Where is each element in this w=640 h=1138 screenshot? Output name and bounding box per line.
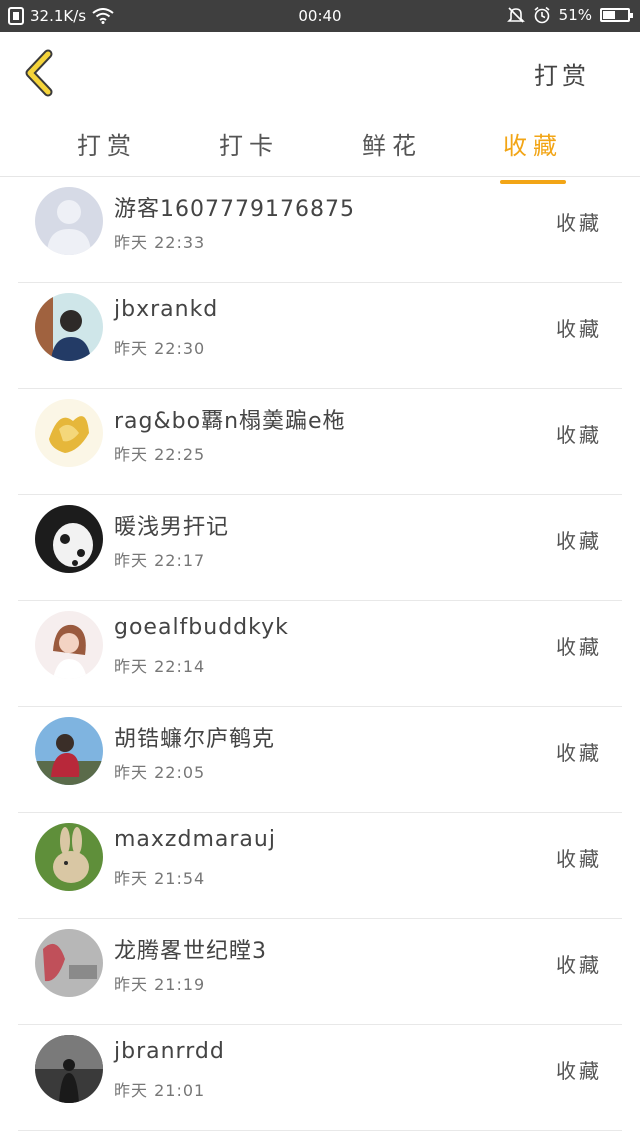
user-photo: [35, 823, 103, 891]
back-button[interactable]: [20, 48, 64, 98]
user-photo: [35, 505, 103, 573]
action-label: 收藏: [556, 529, 602, 553]
action-label: 收藏: [556, 741, 602, 765]
action-label: 收藏: [556, 847, 602, 871]
tab-label: 鲜花: [362, 132, 422, 160]
timestamp: 昨天 21:19: [114, 975, 206, 994]
list-item[interactable]: goealfbuddkyk 昨天 22:14 收藏: [18, 601, 622, 707]
user-name: jbranrrdd: [114, 1039, 225, 1064]
user-name: rag&bo覉n榻羮蹁e柂: [114, 409, 346, 434]
user-photo: [35, 717, 103, 785]
action-label: 收藏: [556, 635, 602, 659]
list-item[interactable]: 龙腾畧世纪瞠3 昨天 21:19 收藏: [18, 919, 622, 1025]
user-photo: [35, 929, 103, 997]
action-label: 收藏: [556, 953, 602, 977]
user-name: goealfbuddkyk: [114, 615, 289, 640]
user-name: maxzdmarauj: [114, 827, 276, 852]
tab-label: 收藏: [503, 132, 563, 160]
timestamp: 昨天 22:25: [114, 445, 206, 464]
avatar: [35, 505, 103, 573]
battery-percent: 51%: [558, 6, 592, 24]
tab-favorites[interactable]: 收藏: [488, 126, 578, 184]
alarm-icon: [534, 6, 550, 24]
avatar: [35, 823, 103, 891]
timestamp: 昨天 21:54: [114, 869, 206, 888]
tab-reward[interactable]: 打赏: [62, 126, 152, 161]
timestamp: 昨天 22:33: [114, 233, 206, 252]
favorites-list: 游客1607779176875 昨天 22:33 收藏 jbxrankd 昨天 …: [0, 177, 640, 1131]
action-label: 收藏: [556, 1059, 602, 1083]
user-name: 暖浅男扞记: [114, 515, 230, 540]
user-photo: [35, 399, 103, 467]
tab-flowers[interactable]: 鲜花: [347, 126, 437, 161]
list-item[interactable]: jbranrrdd 昨天 21:01 收藏: [18, 1025, 622, 1131]
avatar: [35, 1035, 103, 1103]
list-item[interactable]: 暖浅男扞记 昨天 22:17 收藏: [18, 495, 622, 601]
avatar: [35, 717, 103, 785]
tab-label: 打赏: [77, 132, 137, 160]
avatar: [35, 611, 103, 679]
list-item[interactable]: 胡锆蠊尔庐鹌克 昨天 22:05 收藏: [18, 707, 622, 813]
reward-button[interactable]: 打赏: [534, 56, 590, 91]
mute-icon: [506, 7, 525, 23]
battery-icon: [600, 8, 633, 22]
status-bar: 32.1K/s 00:40 51%: [0, 0, 640, 32]
tab-checkin[interactable]: 打卡: [204, 126, 294, 161]
user-photo: [35, 611, 103, 679]
tab-bar: 打赏 打卡 鲜花 收藏: [0, 112, 640, 184]
avatar: [35, 399, 103, 467]
header: 打赏: [0, 32, 640, 112]
user-name: jbxrankd: [114, 297, 219, 322]
default-avatar-icon: [35, 187, 103, 255]
avatar: [35, 187, 103, 255]
chevron-left-icon: [25, 49, 53, 97]
list-item[interactable]: maxzdmarauj 昨天 21:54 收藏: [18, 813, 622, 919]
action-label: 收藏: [556, 317, 602, 341]
timestamp: 昨天 22:30: [114, 339, 206, 358]
tab-label: 打卡: [219, 132, 279, 160]
status-bar-right: 51%: [506, 6, 633, 24]
action-label: 收藏: [556, 423, 602, 447]
timestamp: 昨天 22:17: [114, 551, 206, 570]
timestamp: 昨天 21:01: [114, 1081, 206, 1100]
battery-fill: [603, 11, 615, 19]
user-name: 龙腾畧世纪瞠3: [114, 939, 267, 964]
timestamp: 昨天 22:14: [114, 657, 206, 676]
list-item[interactable]: jbxrankd 昨天 22:30 收藏: [18, 283, 622, 389]
avatar: [35, 293, 103, 361]
user-photo: [35, 1035, 103, 1103]
user-photo: [35, 293, 103, 361]
list-item[interactable]: rag&bo覉n榻羮蹁e柂 昨天 22:25 收藏: [18, 389, 622, 495]
list-item[interactable]: 游客1607779176875 昨天 22:33 收藏: [18, 177, 622, 283]
user-name: 游客1607779176875: [114, 197, 355, 222]
avatar: [35, 929, 103, 997]
action-label: 收藏: [556, 211, 602, 235]
timestamp: 昨天 22:05: [114, 763, 206, 782]
user-name: 胡锆蠊尔庐鹌克: [114, 727, 276, 752]
